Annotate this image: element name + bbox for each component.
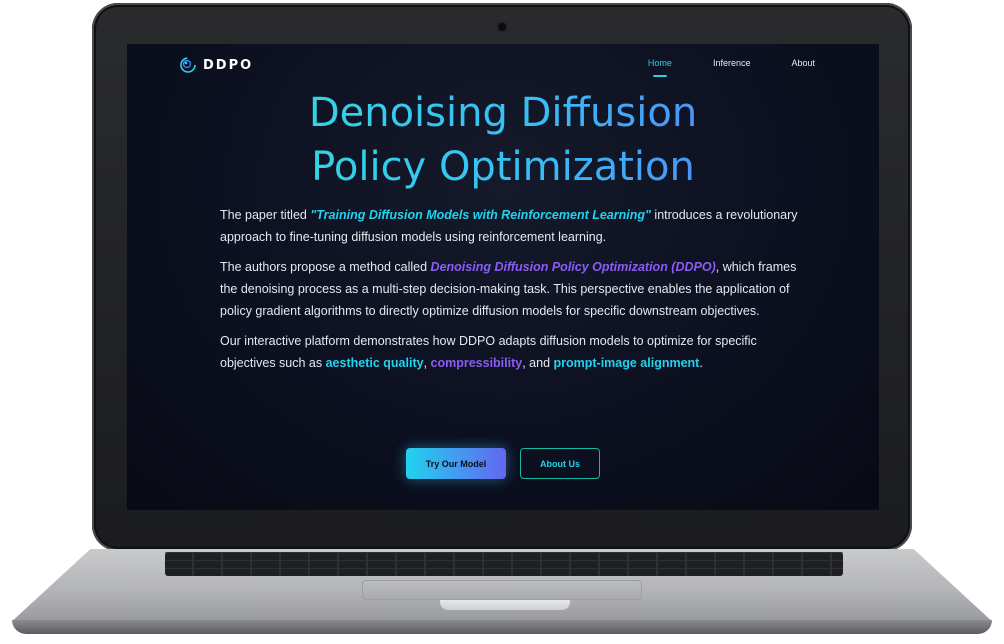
p3-text-after: . [699,356,703,370]
spiral-logo-icon [179,56,197,74]
paper-title-highlight: "Training Diffusion Models with Reinforc… [310,208,651,222]
intro-content: The paper titled "Training Diffusion Mod… [220,204,800,382]
top-navbar: DDPO Home Inference About [127,44,879,92]
nav-link-home[interactable]: Home [648,58,672,77]
intro-paragraph-3: Our interactive platform demonstrates ho… [220,330,800,374]
brand[interactable]: DDPO [179,56,253,74]
method-name-highlight: Denoising Diffusion Policy Optimization … [430,260,716,274]
nav-link-about[interactable]: About [791,58,815,68]
laptop-front-edge [12,620,992,634]
objective-compressibility: compressibility [430,356,523,370]
p3-separator-1: , [423,356,431,370]
about-us-button[interactable]: About Us [520,448,600,479]
keyboard-keys [165,552,843,576]
try-our-model-button[interactable]: Try Our Model [406,448,506,479]
browser-viewport: DDPO Home Inference About Denoising Diff… [127,44,879,510]
objective-alignment: prompt-image alignment [553,356,700,370]
objective-aesthetic: aesthetic quality [325,356,424,370]
nav-links: Home Inference About [648,58,815,77]
brand-name: DDPO [203,57,254,73]
intro-paragraph-1: The paper titled "Training Diffusion Mod… [220,204,800,248]
cta-buttons: Try Our Model About Us [127,448,879,479]
nav-link-inference[interactable]: Inference [713,58,751,68]
hero-title: Denoising Diffusion Policy Optimization [127,86,879,194]
lid-opening-notch [440,600,570,610]
p1-text-before: The paper titled [220,208,311,222]
laptop-mockup: DDPO Home Inference About Denoising Diff… [0,0,1004,644]
hero-title-line2: Policy Optimization [311,144,695,190]
p2-text-before: The authors propose a method called [220,260,431,274]
webcam-icon [498,23,506,31]
laptop-trackpad [362,580,642,600]
intro-paragraph-2: The authors propose a method called Deno… [220,256,800,322]
hero-title-line1: Denoising Diffusion [308,90,698,136]
laptop-keyboard [165,552,843,576]
p3-separator-2: , and [522,356,554,370]
